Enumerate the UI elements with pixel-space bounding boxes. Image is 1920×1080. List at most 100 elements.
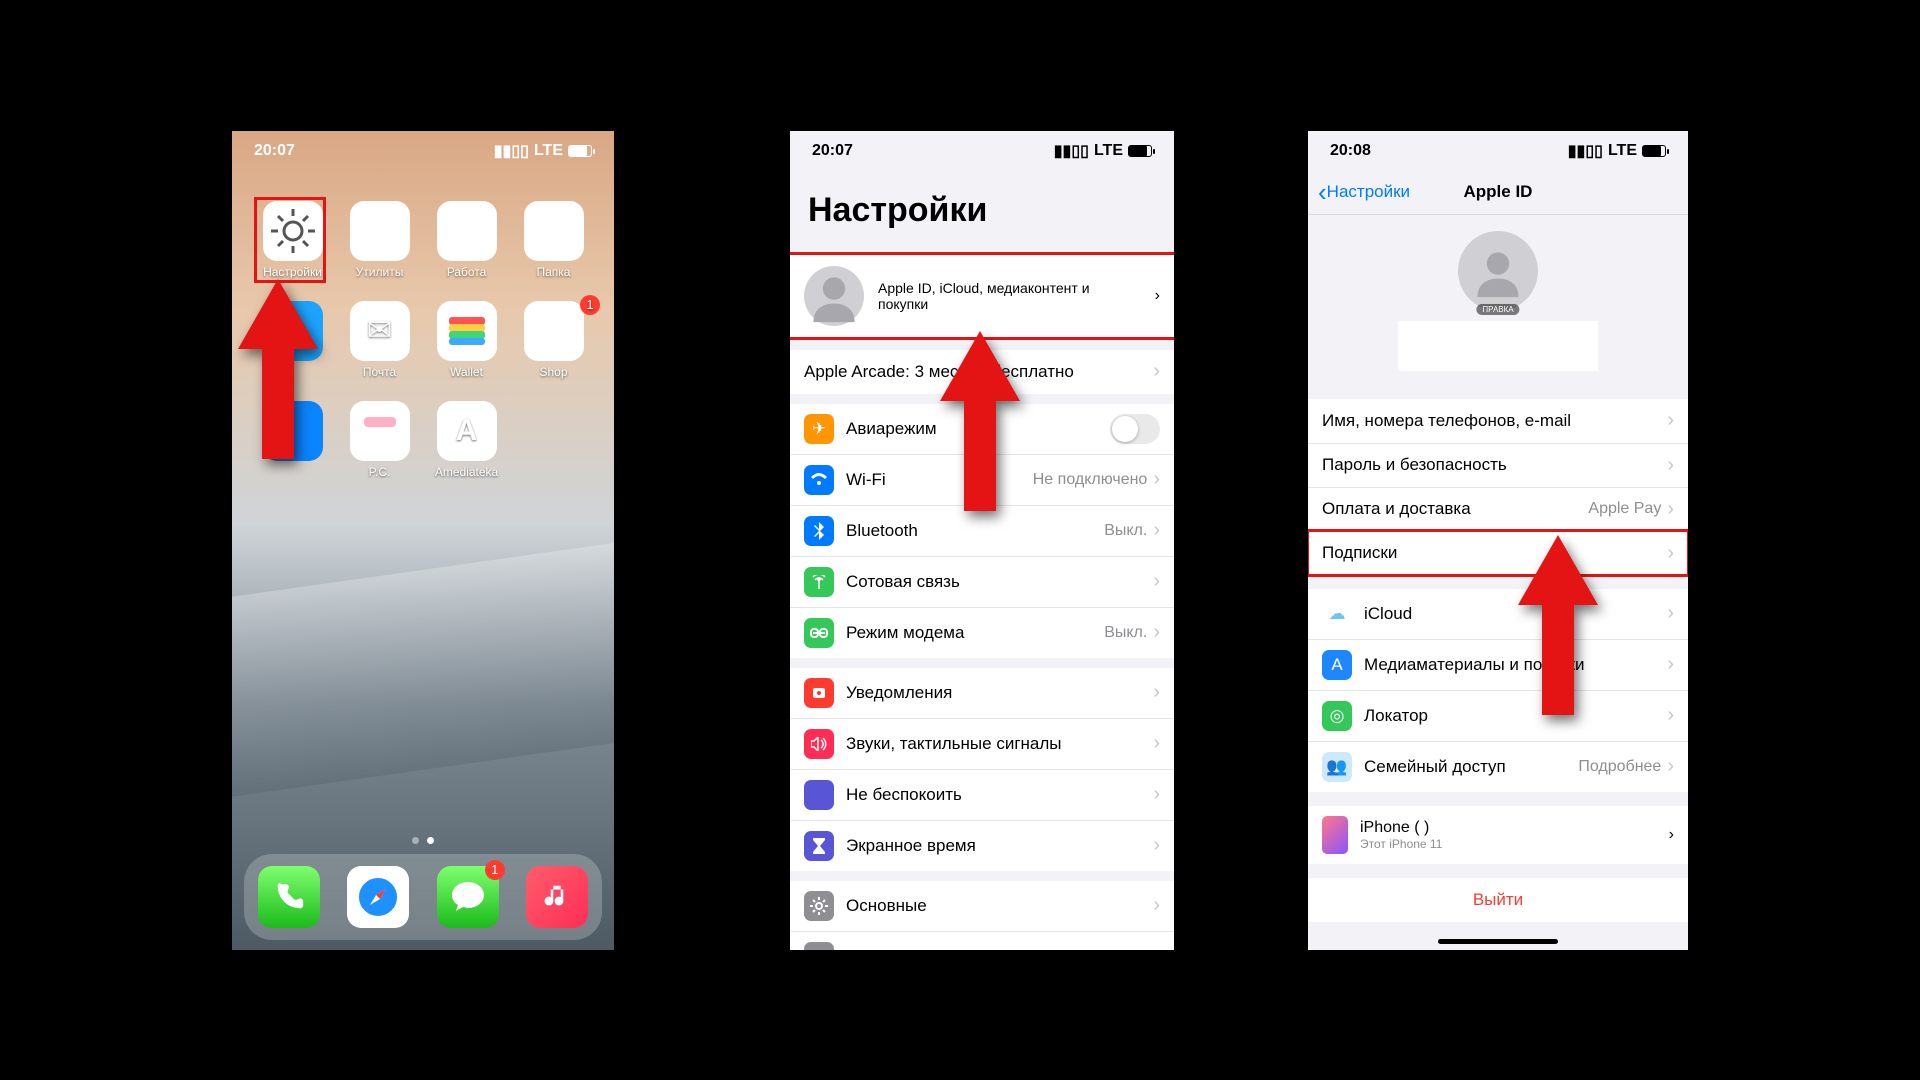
app-label: Amediateka <box>435 465 498 479</box>
row-label: Основные <box>846 896 1153 916</box>
row-Уведомления[interactable]: Уведомления› <box>790 668 1174 718</box>
row-label: Пункт управления <box>846 947 1153 950</box>
row-label: iCloud <box>1364 604 1667 624</box>
app-shop-folder[interactable]: 1 Shop <box>513 301 594 379</box>
signout-label: Выйти <box>1322 890 1674 910</box>
chevron-right-icon: › <box>1667 704 1674 727</box>
row-apple-id[interactable]: Apple ID, iCloud, медиаконтент и покупки… <box>790 252 1174 340</box>
row-Bluetooth[interactable]: BluetoothВыкл.› <box>790 505 1174 556</box>
dock-music[interactable] <box>526 866 588 928</box>
chevron-right-icon: › <box>1667 542 1674 565</box>
status-bar: 20:08 ▮▮▯▯ LTE <box>1308 131 1688 171</box>
app-work-folder[interactable]: Работа <box>426 201 507 279</box>
chevron-right-icon: › <box>1153 360 1160 383</box>
chevron-right-icon: › <box>1153 681 1160 704</box>
chevron-right-icon: › <box>1153 621 1160 644</box>
app-pc[interactable]: P.C. <box>339 401 420 479</box>
row-Пункт управления[interactable]: Пункт управления› <box>790 931 1174 950</box>
☁︎-icon: ☁︎ <box>1322 599 1352 629</box>
row-Авиарежим[interactable]: ✈︎Авиарежим <box>790 404 1174 454</box>
app-settings[interactable]: Настройки <box>252 201 333 279</box>
app-mail[interactable]: ✉︎ Почта <box>339 301 420 379</box>
status-indicators: ▮▮▯▯ LTE <box>1054 141 1152 161</box>
row-value: Выкл. <box>1104 624 1147 642</box>
chevron-right-icon: › <box>1153 468 1160 491</box>
chevron-right-icon: › <box>1667 409 1674 432</box>
notifications-group: Уведомления›Звуки, тактильные сигналы›Не… <box>790 668 1174 871</box>
row-label: Медиаматериалы и покупки <box>1364 655 1667 675</box>
chevron-right-icon: › <box>1153 783 1160 806</box>
avatar-icon[interactable]: ПРАВКА <box>1458 231 1538 311</box>
👥-icon: 👥 <box>1322 752 1352 782</box>
row-Основные[interactable]: Основные› <box>790 881 1174 931</box>
app-grid: Настройки Утилиты Рабо <box>232 201 614 479</box>
app-label: Утилиты <box>356 265 404 279</box>
row-label: Авиарежим <box>846 419 1110 439</box>
toggle[interactable] <box>1110 414 1160 444</box>
app-hidden-1[interactable] <box>252 301 333 379</box>
status-bar: 20:07 ▮▮▯▯ LTE <box>790 131 1174 171</box>
app-label: Папка <box>537 265 571 279</box>
device-name: iPhone ( ) <box>1360 819 1657 837</box>
settings-icon <box>263 201 323 261</box>
battery-icon <box>1128 145 1152 157</box>
row-Пароль и безопасность[interactable]: Пароль и безопасность› <box>1308 443 1688 487</box>
nav-bar: ‹ Настройки Apple ID <box>1308 171 1688 215</box>
row-Wi-Fi[interactable]: Wi-FiНе подключено› <box>790 454 1174 505</box>
app-label: P.C. <box>369 465 391 479</box>
badge: 1 <box>580 295 600 315</box>
generic-icon <box>263 301 323 361</box>
signal-icon: ▮▮▯▯ <box>494 141 529 161</box>
folder-icon <box>437 201 497 261</box>
connectivity-group: ✈︎АвиарежимWi-FiНе подключено›BluetoothВ… <box>790 404 1174 658</box>
app-amediateka[interactable]: A Amediateka <box>426 401 507 479</box>
row-Имя, номера телефонов, e-mail[interactable]: Имя, номера телефонов, e-mail› <box>1308 399 1688 443</box>
device-row[interactable]: iPhone ( ) Этот iPhone 11 › <box>1308 806 1688 864</box>
back-button[interactable]: ‹ Настройки <box>1318 182 1410 202</box>
row-Медиаматериалы и покупки[interactable]: AМедиаматериалы и покупки› <box>1308 639 1688 690</box>
status-indicators: ▮▮▯▯ LTE <box>1568 141 1666 161</box>
signout-button[interactable]: Выйти <box>1308 878 1688 922</box>
app-wallet[interactable]: Wallet <box>426 301 507 379</box>
app-utilities-folder[interactable]: Утилиты <box>339 201 420 279</box>
dock-safari[interactable] <box>347 866 409 928</box>
chevron-right-icon: › <box>1667 498 1674 521</box>
bell-icon <box>804 678 834 708</box>
avatar-icon <box>804 266 864 326</box>
network-label: LTE <box>1608 142 1637 160</box>
arcade-group: Apple Arcade: 3 месяца бесплатно › <box>790 350 1174 394</box>
row-label: Семейный доступ <box>1364 757 1578 777</box>
row-Сотовая связь[interactable]: Сотовая связь› <box>790 556 1174 607</box>
app-label: Почта <box>363 365 396 379</box>
dock-messages[interactable]: 1 <box>437 866 499 928</box>
dock-phone[interactable] <box>258 866 320 928</box>
row-label: Apple Arcade: 3 месяца бесплатно <box>804 362 1153 382</box>
app-folder[interactable]: Папка <box>513 201 594 279</box>
chevron-right-icon: › <box>1667 755 1674 778</box>
row-Подписки[interactable]: Подписки› <box>1308 531 1688 575</box>
general-group: Основные›Пункт управления› <box>790 881 1174 950</box>
app-hidden-2[interactable] <box>252 401 333 479</box>
row-label: Звуки, тактильные сигналы <box>846 734 1153 754</box>
edit-label: ПРАВКА <box>1476 304 1519 315</box>
row-Оплата и доставка[interactable]: Оплата и доставкаApple Pay› <box>1308 487 1688 531</box>
status-time: 20:07 <box>812 142 853 160</box>
row-Режим модема[interactable]: Режим модемаВыкл. › <box>790 607 1174 658</box>
wallet-icon <box>437 301 497 361</box>
row-Звуки, тактильные сигналы[interactable]: Звуки, тактильные сигналы› <box>790 718 1174 769</box>
page-dots <box>232 837 614 844</box>
status-time: 20:08 <box>1330 142 1371 160</box>
row-value: Подробнее <box>1578 758 1661 776</box>
chevron-right-icon: › <box>1669 826 1674 844</box>
row-Экранное время[interactable]: Экранное время› <box>790 820 1174 871</box>
A-icon: A <box>1322 650 1352 680</box>
row-label: Не беспокоить <box>846 785 1153 805</box>
row-label: Режим модема <box>846 623 1104 643</box>
row-iCloud[interactable]: ☁︎iCloud› <box>1308 589 1688 639</box>
row-Семейный доступ[interactable]: 👥 Семейный доступПодробнее › <box>1308 741 1688 792</box>
folder-icon <box>524 201 584 261</box>
row-arcade[interactable]: Apple Arcade: 3 месяца бесплатно › <box>790 350 1174 394</box>
row-Локатор[interactable]: ◎Локатор› <box>1308 690 1688 741</box>
row-label: Уведомления <box>846 683 1153 703</box>
row-Не беспокоить[interactable]: Не беспокоить› <box>790 769 1174 820</box>
